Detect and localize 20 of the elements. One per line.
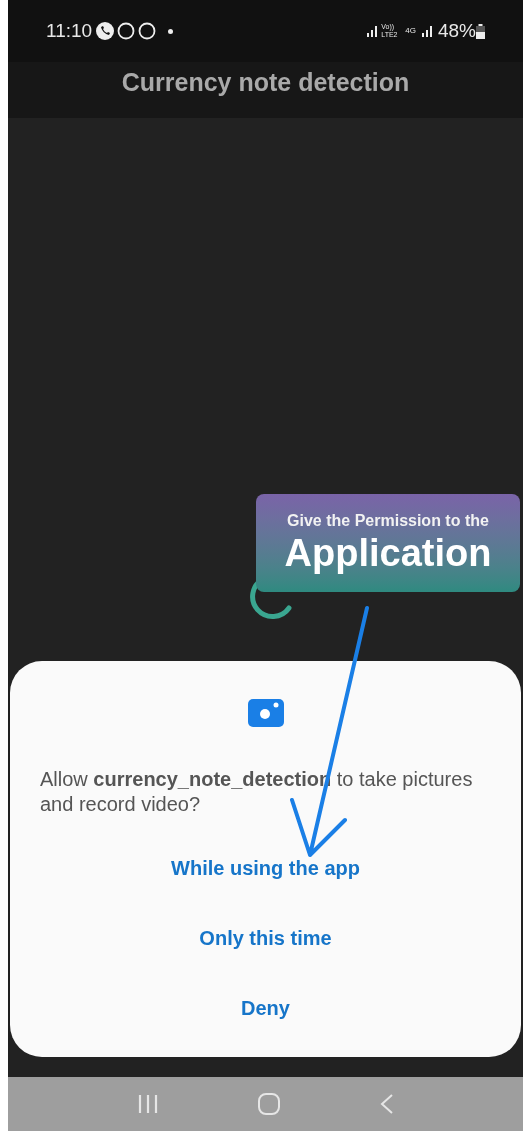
- dialog-option[interactable]: Only this time: [189, 907, 342, 969]
- phone-icon: [96, 22, 115, 40]
- annotation-subtitle: Give the Permission to the: [287, 511, 489, 531]
- back-icon[interactable]: [379, 1093, 394, 1115]
- recents-icon[interactable]: [137, 1093, 160, 1115]
- annotation-title: Application: [284, 531, 492, 575]
- home-icon[interactable]: [257, 1092, 282, 1116]
- app-title: Currency note detection: [121, 67, 410, 99]
- chat-icon: [117, 22, 136, 40]
- dialog-option[interactable]: While using the app: [161, 837, 370, 899]
- camera-icon: [247, 699, 284, 727]
- chat-icon: [138, 22, 157, 40]
- signal-icon: [421, 25, 434, 37]
- dot-icon: [168, 28, 174, 34]
- clock: 11:10: [46, 18, 93, 43]
- dialog-option[interactable]: Deny: [231, 977, 300, 1039]
- network-label: 4G: [405, 25, 416, 37]
- signal-icon: [367, 25, 380, 37]
- battery-level: 48%: [437, 18, 476, 43]
- battery-icon: [476, 23, 485, 39]
